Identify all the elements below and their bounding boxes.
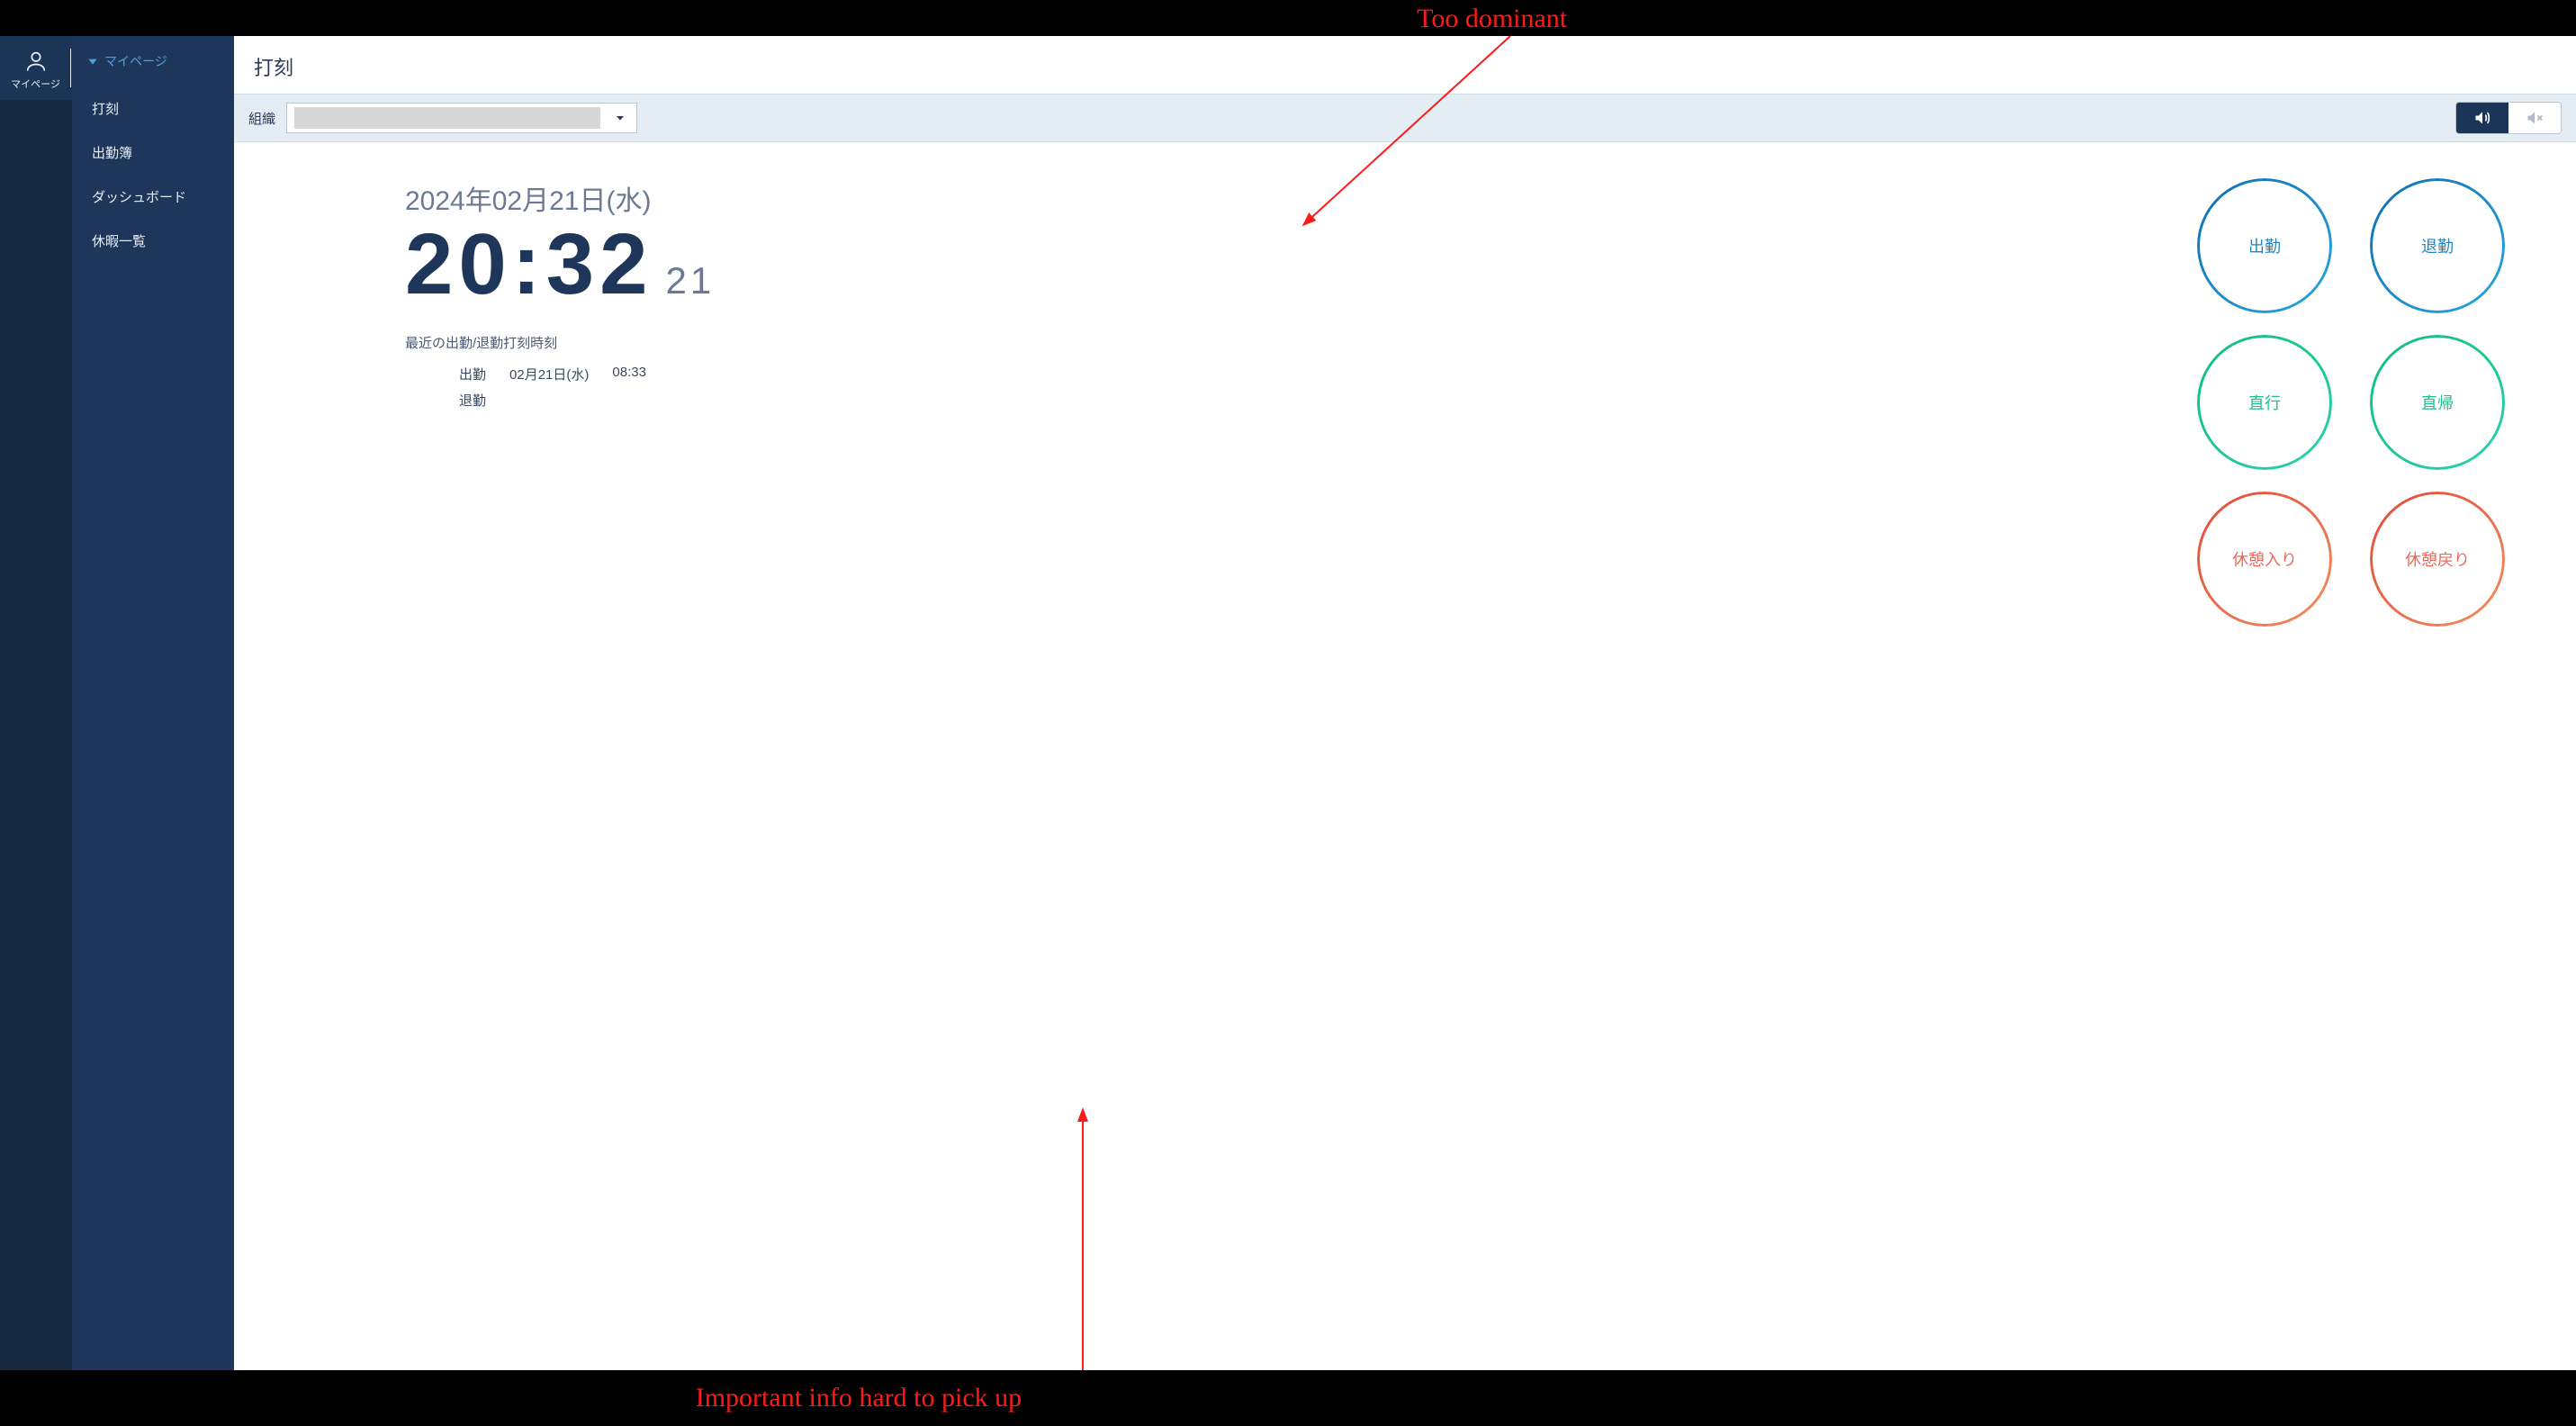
checkout-button[interactable]: 退勤	[2370, 178, 2505, 313]
break-end-button[interactable]: 休憩戻り	[2370, 492, 2505, 627]
rail-item-mypage[interactable]: マイページ	[0, 36, 72, 100]
recent-checkout-row: 退勤	[405, 387, 2162, 413]
sidebar-item-timestamp[interactable]: 打刻	[72, 86, 234, 131]
org-select-value	[294, 107, 600, 129]
sidebar-item-leave[interactable]: 休暇一覧	[72, 219, 234, 263]
recent-checkin-label: 出勤	[459, 365, 486, 384]
direct-return-button[interactable]: 直帰	[2370, 335, 2505, 470]
current-time: 20:32	[405, 221, 653, 308]
main: 打刻 組織 202	[234, 36, 2576, 1370]
sidebar-section-title: マイページ	[104, 52, 167, 70]
recent-checkin-row: 出勤 02月21日(水) 08:33	[405, 361, 2162, 387]
current-seconds: 21	[666, 259, 716, 302]
current-time-row: 20:32 21	[405, 221, 2162, 308]
bottom-letterbox	[0, 1370, 2576, 1426]
direct-go-button[interactable]: 直行	[2197, 335, 2332, 470]
clock-column: 2024年02月21日(水) 20:32 21 最近の出勤/退勤打刻時刻 出勤 …	[270, 178, 2162, 1370]
rail-item-label: マイページ	[11, 77, 60, 91]
filter-org-label: 組織	[248, 109, 275, 128]
punch-button-grid: 出勤 退勤 直行 直帰 休憩入り 休憩戻り	[2162, 178, 2540, 1370]
sidebar-item-dashboard[interactable]: ダッシュボード	[72, 175, 234, 219]
chevron-down-icon	[86, 55, 99, 68]
checkin-button[interactable]: 出勤	[2197, 178, 2332, 313]
page-title: 打刻	[234, 36, 2576, 94]
sound-toggle	[2455, 102, 2562, 134]
content: 2024年02月21日(水) 20:32 21 最近の出勤/退勤打刻時刻 出勤 …	[234, 142, 2576, 1370]
recent-checkin-time: 08:33	[612, 365, 646, 384]
recent-checkin-date: 02月21日(水)	[509, 365, 589, 384]
sidebar-section-header[interactable]: マイページ	[72, 52, 234, 86]
volume-off-icon	[2526, 109, 2544, 127]
sidebar-item-attendance[interactable]: 出勤簿	[72, 131, 234, 175]
filter-bar: 組織	[234, 94, 2576, 142]
volume-on-icon	[2473, 109, 2491, 127]
user-icon	[23, 49, 49, 74]
break-start-button[interactable]: 休憩入り	[2197, 492, 2332, 627]
sound-on-button[interactable]	[2456, 103, 2508, 133]
recent-punch-header: 最近の出勤/退勤打刻時刻	[405, 333, 2162, 352]
org-select[interactable]	[286, 103, 637, 133]
sound-off-button[interactable]	[2508, 103, 2561, 133]
sidebar-rail: マイページ	[0, 36, 72, 1370]
current-date: 2024年02月21日(水)	[405, 178, 2162, 218]
dropdown-icon	[613, 111, 627, 125]
top-letterbox	[0, 0, 2576, 36]
app-frame: マイページ マイページ 打刻 出勤簿 ダッシュボード 休暇一覧 打刻 組織	[0, 36, 2576, 1370]
recent-checkout-label: 退勤	[459, 391, 486, 410]
sidebar: マイページ 打刻 出勤簿 ダッシュボード 休暇一覧	[72, 36, 234, 1370]
